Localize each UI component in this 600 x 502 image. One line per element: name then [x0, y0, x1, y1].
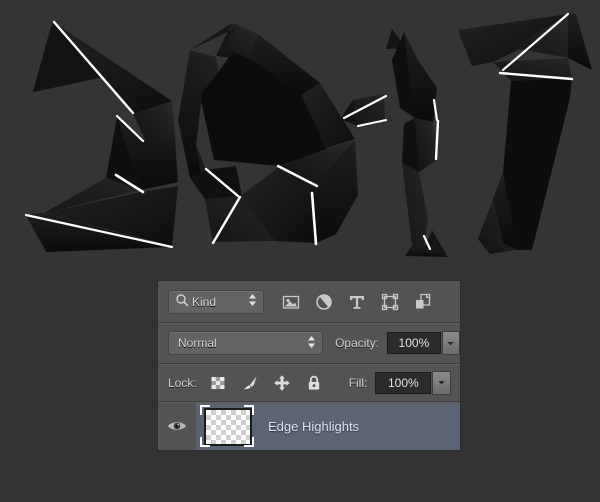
- opacity-input[interactable]: 100%: [387, 332, 441, 354]
- chevron-updown-icon[interactable]: [307, 335, 316, 352]
- lock-label: Lock:: [168, 375, 197, 390]
- thumbnail-corner-bl: [200, 437, 210, 447]
- origami-artwork-canvas: [0, 0, 600, 272]
- origami-digit-1: [386, 29, 448, 257]
- lock-image-pixels-icon[interactable]: [241, 374, 259, 392]
- lock-icons-group: [209, 374, 323, 392]
- lock-all-icon[interactable]: [305, 374, 323, 392]
- layer-row[interactable]: Edge Highlights: [158, 402, 460, 451]
- chevron-updown-icon[interactable]: [248, 293, 257, 310]
- smart-object-filter-icon[interactable]: [413, 292, 433, 312]
- opacity-label: Opacity:: [335, 336, 380, 350]
- filter-kind-dropdown[interactable]: Kind: [168, 289, 264, 314]
- origami-digit-0: [178, 23, 388, 246]
- origami-digit-7: [458, 12, 592, 254]
- origami-2017-illustration: [24, 12, 592, 257]
- filter-kind-label: Kind: [192, 294, 217, 309]
- blend-mode-row: Normal Opacity: 100%: [158, 323, 460, 364]
- chevron-down-icon: [438, 381, 445, 385]
- fill-input[interactable]: 100%: [375, 371, 432, 394]
- thumbnail-corner-tl: [200, 405, 210, 415]
- eye-icon: [168, 422, 186, 430]
- lock-position-icon[interactable]: [273, 374, 291, 392]
- layers-panel: Kind Normal Opacity: 100% Lock: Fill: 10…: [158, 281, 460, 451]
- adjustment-layers-filter-icon[interactable]: [314, 292, 334, 312]
- layer-filter-icons: [281, 292, 433, 312]
- opacity-slider-button[interactable]: [441, 331, 460, 355]
- type-layers-filter-icon[interactable]: [347, 292, 367, 312]
- lock-row: Lock: Fill: 100%: [158, 364, 460, 402]
- fill-label: Fill:: [348, 375, 368, 390]
- thumbnail-corner-br: [244, 437, 254, 447]
- layer-filter-row: Kind: [158, 281, 460, 323]
- thumbnail-corner-tr: [244, 405, 254, 415]
- search-icon: [175, 293, 189, 310]
- layer-thumbnail[interactable]: [200, 405, 254, 447]
- shape-layers-filter-icon[interactable]: [380, 292, 400, 312]
- layer-visibility-toggle[interactable]: [158, 402, 196, 450]
- origami-digit-2: [24, 20, 178, 252]
- lock-transparent-pixels-icon[interactable]: [209, 374, 227, 392]
- blend-mode-dropdown[interactable]: Normal: [168, 331, 324, 355]
- blend-mode-value: Normal: [178, 336, 217, 350]
- layer-name-label[interactable]: Edge Highlights: [268, 419, 359, 434]
- chevron-down-icon: [447, 341, 454, 345]
- fill-slider-button[interactable]: [432, 370, 452, 395]
- pixel-layers-filter-icon[interactable]: [281, 292, 301, 312]
